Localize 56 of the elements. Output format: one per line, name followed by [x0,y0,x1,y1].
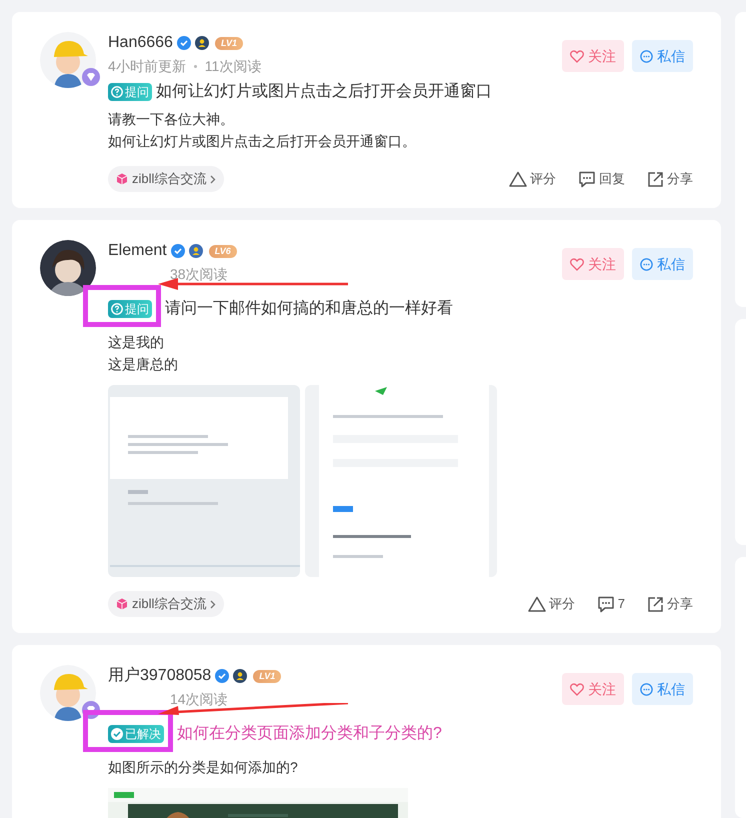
verified-icon [170,244,185,258]
check-circle-icon [111,728,123,740]
level-badge: LV6 [208,244,237,258]
cube-icon [116,598,128,610]
triangle-icon [509,171,527,187]
post-meta: 38次阅读 [170,265,228,284]
action-button[interactable]: 分享 [647,594,693,614]
action-button[interactable]: 7 [596,594,625,614]
chat-icon [640,682,653,696]
post-title[interactable]: 如何在分类页面添加分类和子分类的? [177,722,442,746]
user-icon [188,244,203,258]
post-text: 请教一下各位大神。 [108,110,235,129]
post-text: 这是唐总的 [108,355,179,374]
question-tag: 提问 [108,300,152,318]
post-title[interactable]: 如何让幻灯片或图片点击之后打开会员开通窗口 [156,80,492,104]
post-text: 如何让幻灯片或图片点击之后打开会员开通窗口。 [108,132,417,151]
dot-separator [194,64,197,68]
chat-icon [640,50,653,62]
action-button[interactable]: 回复 [578,169,625,189]
heart-icon [570,50,584,62]
cube-icon [116,173,128,185]
question-circle-icon [111,86,123,98]
action-button[interactable]: 评分 [509,169,556,189]
verified-icon [215,669,230,683]
question-tag: 已解决 [108,725,164,743]
username[interactable]: Element [108,240,167,262]
chat-icon [640,258,653,270]
comment-icon [596,596,615,612]
post-meta: 11次阅读 [204,57,262,76]
verified-icon [176,36,191,50]
action-button[interactable]: 分享 [647,169,693,189]
share-icon [647,170,664,188]
chevron-right-icon [210,600,216,608]
triangle-icon [528,596,546,612]
username[interactable]: 用户39708058 [108,665,212,687]
heart-icon [570,258,584,270]
topic-chip[interactable]: zibll综合交流 [108,166,224,192]
share-icon [647,596,664,612]
post-title[interactable]: 请问一下邮件如何搞的和唐总的一样好看 [165,297,453,321]
username[interactable]: Han6666 [108,32,173,54]
action-button[interactable]: 评分 [528,594,575,614]
avatar[interactable] [40,240,96,296]
question-tag: 提问 [108,83,152,101]
topic-chip[interactable]: zibll综合交流 [108,591,224,617]
user-icon [233,669,248,683]
post-meta: 4小时前更新 [108,57,186,76]
comment-icon [578,170,596,188]
post-text: 这是我的 [108,333,165,352]
level-badge: LV1 [253,670,282,682]
post-meta: 14次阅读 [170,690,228,709]
level-badge: LV1 [214,36,243,50]
post-text: 如图所示的分类是如何添加的? [108,758,299,777]
user-icon [194,36,209,50]
chevron-right-icon [210,174,216,184]
question-circle-icon [111,303,123,315]
heart-icon [570,682,584,696]
